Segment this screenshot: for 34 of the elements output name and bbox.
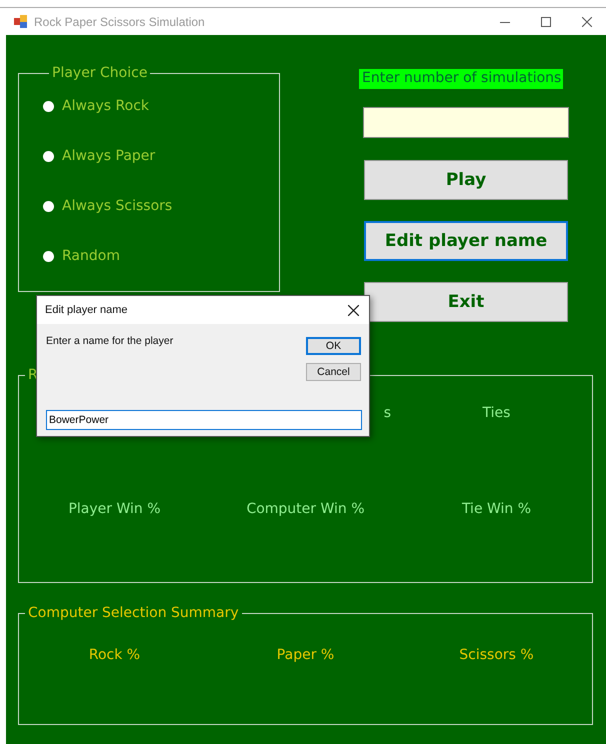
- dialog-button[interactable]: OK: [306, 337, 361, 355]
- result-label: Ties: [482, 405, 510, 421]
- summary-label: Paper %: [276, 647, 334, 663]
- summary-label: Rock %: [88, 647, 140, 663]
- group-title: R: [27, 367, 39, 383]
- app-icon: [14, 14, 28, 28]
- action-button[interactable]: Play: [364, 160, 568, 200]
- dialog-title: Edit player name: [45, 304, 128, 316]
- action-button[interactable]: Exit: [364, 282, 568, 322]
- close-icon[interactable]: [582, 16, 592, 26]
- group-title: Player Choice: [51, 65, 148, 81]
- result-label: Computer Win %: [246, 501, 365, 517]
- radio-button[interactable]: [43, 250, 54, 262]
- maximize-icon[interactable]: [541, 16, 551, 26]
- dialog-button[interactable]: Cancel: [306, 363, 361, 381]
- field-label: Enter number of simulations: [359, 69, 563, 89]
- result-label: Player Win %: [68, 501, 161, 517]
- radio-option[interactable]: Always Scissors: [43, 181, 279, 231]
- group-title: Computer Selection Summary: [27, 605, 240, 621]
- input-field[interactable]: BowerPower: [46, 410, 362, 430]
- result-label: Tie Win %: [462, 501, 532, 517]
- window-title: Rock Paper Scissors Simulation: [34, 14, 205, 28]
- input-field[interactable]: [363, 107, 569, 138]
- close-icon[interactable]: [348, 304, 359, 316]
- radio-button[interactable]: [43, 150, 54, 162]
- radio-option[interactable]: Always Paper: [43, 131, 279, 181]
- radio-button[interactable]: [43, 100, 54, 112]
- radio-button[interactable]: [43, 200, 54, 212]
- radio-option[interactable]: Random: [43, 231, 279, 281]
- prompt-text: Enter a name for the player: [46, 335, 174, 349]
- radio-option[interactable]: Always Rock: [43, 81, 279, 131]
- action-button[interactable]: Edit player name: [364, 221, 568, 261]
- summary-label: Scissors %: [459, 647, 534, 663]
- result-label: s: [384, 405, 391, 421]
